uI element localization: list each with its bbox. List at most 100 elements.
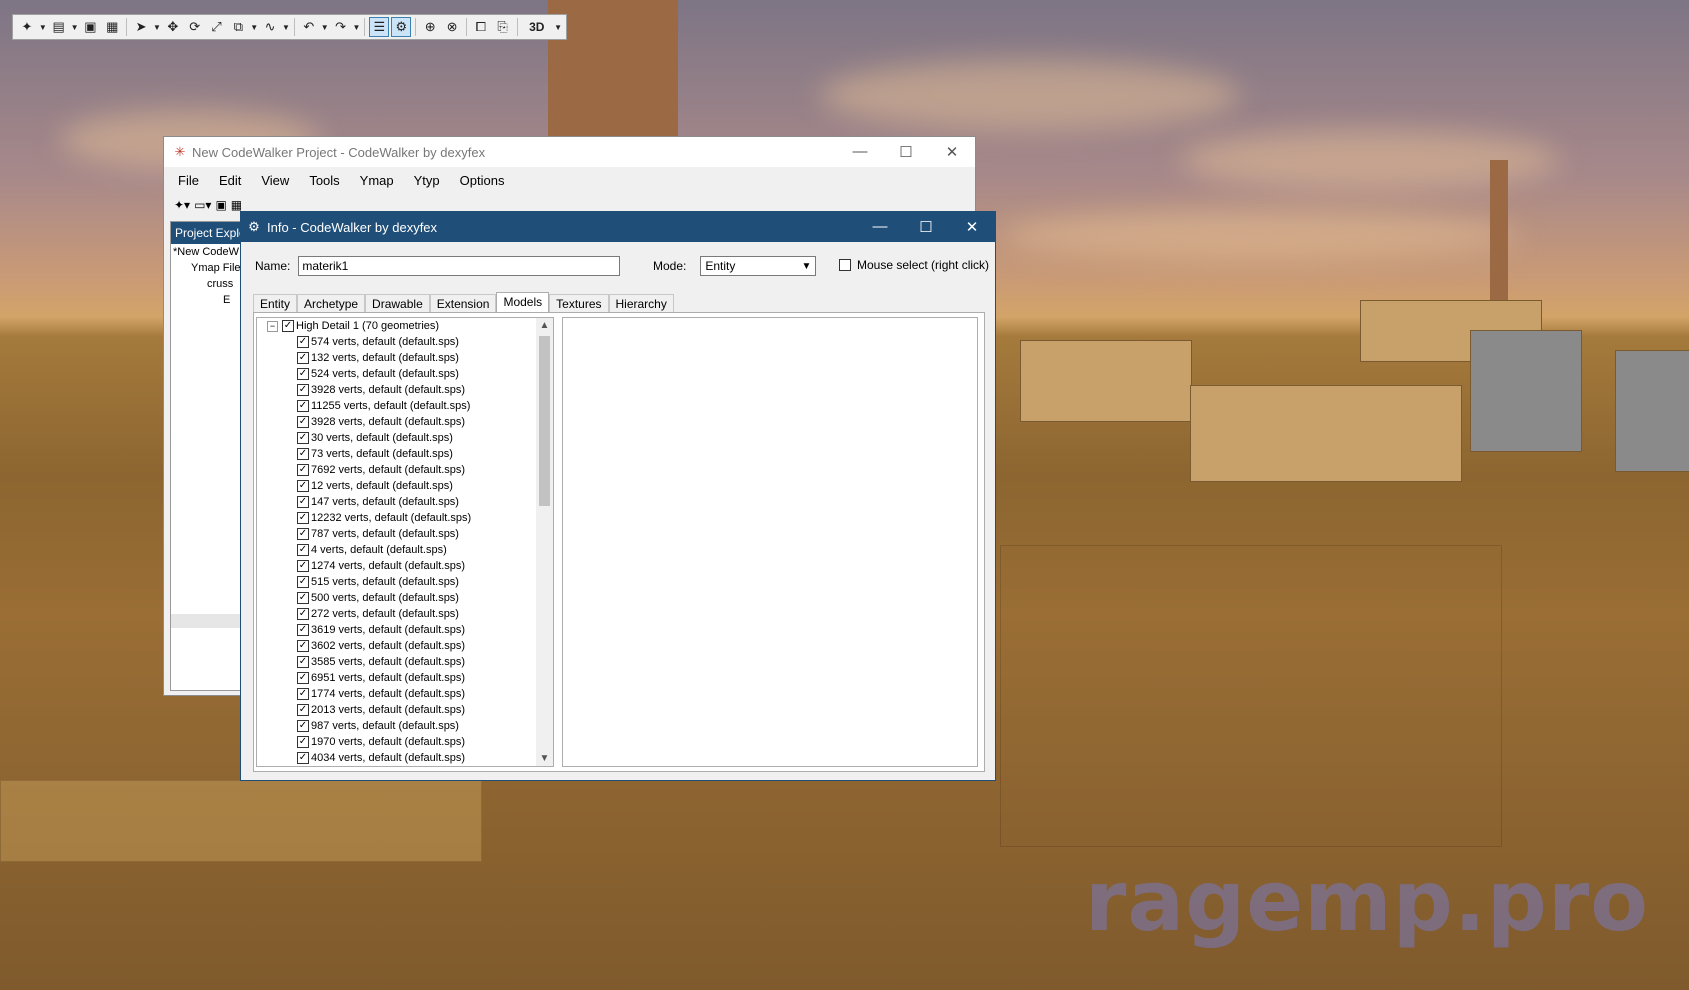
tree-item-geometry[interactable]: ✓ 3619 verts, default (default.sps) xyxy=(257,622,535,638)
delete-entity-icon[interactable]: ⊗ xyxy=(442,17,462,37)
save-all-icon[interactable]: ▦ xyxy=(102,17,122,37)
tree-item-geometry[interactable]: ✓ 272 verts, default (default.sps) xyxy=(257,606,535,622)
name-input[interactable] xyxy=(298,256,621,276)
maximize-icon[interactable]: ☐ xyxy=(883,143,929,161)
chevron-down-icon[interactable]: ▼ xyxy=(321,17,329,37)
tree-item-geometry[interactable]: ✓ 12 verts, default (default.sps) xyxy=(257,478,535,494)
geometry-checkbox[interactable]: ✓ xyxy=(297,736,309,748)
tree-node-high-detail[interactable]: − ✓ High Detail 1 (70 geometries) xyxy=(257,318,535,334)
geometry-checkbox[interactable]: ✓ xyxy=(297,432,309,444)
tree-item-geometry[interactable]: ✓ 12232 verts, default (default.sps) xyxy=(257,510,535,526)
geometry-checkbox[interactable]: ✓ xyxy=(297,368,309,380)
new-icon[interactable]: ✦▾ xyxy=(174,198,190,212)
view-mode-button[interactable]: 3D xyxy=(521,17,552,37)
chevron-down-icon[interactable]: ▼ xyxy=(71,17,79,37)
geometry-checkbox[interactable]: ✓ xyxy=(297,496,309,508)
scroll-down-icon[interactable]: ▼ xyxy=(536,753,553,764)
tree-item-geometry[interactable]: ✓ 4 verts, default (default.sps) xyxy=(257,542,535,558)
scroll-up-icon[interactable]: ▲ xyxy=(536,320,553,331)
menu-tools[interactable]: Tools xyxy=(301,173,351,188)
geometry-checkbox[interactable]: ✓ xyxy=(297,416,309,428)
tree-item-geometry[interactable]: ✓ 1274 verts, default (default.sps) xyxy=(257,558,535,574)
tree-item-geometry[interactable]: ✓ 515 verts, default (default.sps) xyxy=(257,574,535,590)
geometry-checkbox[interactable]: ✓ xyxy=(297,512,309,524)
tab-entity[interactable]: Entity xyxy=(253,294,298,313)
new-icon[interactable]: ✦ xyxy=(17,17,37,37)
tree-scrollbar[interactable]: ▲ ▼ xyxy=(536,318,553,766)
tab-textures[interactable]: Textures xyxy=(549,294,609,313)
tree-item-geometry[interactable]: ✓ 30 verts, default (default.sps) xyxy=(257,430,535,446)
tree-item-geometry[interactable]: ✓ 787 verts, default (default.sps) xyxy=(257,526,535,542)
tree-item-geometry[interactable]: ✓ 147 verts, default (default.sps) xyxy=(257,494,535,510)
maximize-icon[interactable]: ☐ xyxy=(903,218,949,236)
tree-item-geometry[interactable]: ✓ 987 verts, default (default.sps) xyxy=(257,718,535,734)
tree-item-geometry[interactable]: ✓ 3602 verts, default (default.sps) xyxy=(257,638,535,654)
paste-icon[interactable]: ⎘ xyxy=(493,17,513,37)
tree-item-geometry[interactable]: ✓ 3928 verts, default (default.sps) xyxy=(257,414,535,430)
geometry-checkbox[interactable]: ✓ xyxy=(297,448,309,460)
geometry-checkbox[interactable]: ✓ xyxy=(297,608,309,620)
info-title-bar[interactable]: ⚙ Info - CodeWalker by dexyfex — ☐ ✕ xyxy=(241,212,995,242)
menu-edit[interactable]: Edit xyxy=(211,173,253,188)
scale-icon[interactable]: ⤢ xyxy=(207,17,227,37)
project-window-icon[interactable]: ⚙ xyxy=(391,17,412,37)
open-folder-icon[interactable]: ▭▾ xyxy=(194,198,211,212)
chevron-down-icon[interactable]: ▼ xyxy=(282,17,290,37)
copy-icon[interactable]: ⧠ xyxy=(471,17,491,37)
geometry-checkbox[interactable]: ✓ xyxy=(297,720,309,732)
geometry-checkbox[interactable]: ✓ xyxy=(297,672,309,684)
geometry-checkbox[interactable]: ✓ xyxy=(297,752,309,764)
tab-archetype[interactable]: Archetype xyxy=(297,294,366,313)
tab-hierarchy[interactable]: Hierarchy xyxy=(608,294,674,313)
tree-item-geometry[interactable]: ✓ 500 verts, default (default.sps) xyxy=(257,590,535,606)
tree-item-geometry[interactable]: ✓ 524 verts, default (default.sps) xyxy=(257,366,535,382)
tree-item-geometry[interactable]: ✓ 2013 verts, default (default.sps) xyxy=(257,702,535,718)
mode-select[interactable]: Entity ▼ xyxy=(700,256,817,276)
geometry-checkbox[interactable]: ✓ xyxy=(297,544,309,556)
tab-drawable[interactable]: Drawable xyxy=(365,294,430,313)
tree-item-geometry[interactable]: ✓ 3585 verts, default (default.sps) xyxy=(257,654,535,670)
tree-item-geometry[interactable]: ✓ 7692 verts, default (default.sps) xyxy=(257,462,535,478)
menu-view[interactable]: View xyxy=(253,173,301,188)
menu-options[interactable]: Options xyxy=(452,173,517,188)
open-icon[interactable]: ▤ xyxy=(49,17,69,37)
tab-extension[interactable]: Extension xyxy=(429,294,497,313)
save-all-icon[interactable]: ▦ xyxy=(231,198,242,212)
geometry-checkbox[interactable]: ✓ xyxy=(297,704,309,716)
menu-file[interactable]: File xyxy=(170,173,211,188)
tree-item-geometry[interactable]: ✓ 73 verts, default (default.sps) xyxy=(257,446,535,462)
pointer-icon[interactable]: ➤ xyxy=(131,17,151,37)
snap-icon[interactable]: ∿ xyxy=(260,17,280,37)
close-icon[interactable]: ✕ xyxy=(949,218,995,236)
tree-item-geometry[interactable]: ✓ 574 verts, default (default.sps) xyxy=(257,334,535,350)
chevron-down-icon[interactable]: ▼ xyxy=(39,17,47,37)
tree-item-geometry[interactable]: ✓ 3928 verts, default (default.sps) xyxy=(257,382,535,398)
geometry-checkbox[interactable]: ✓ xyxy=(297,656,309,668)
tree-item-geometry[interactable]: ✓ 6951 verts, default (default.sps) xyxy=(257,670,535,686)
geometry-checkbox[interactable]: ✓ xyxy=(297,384,309,396)
chevron-down-icon[interactable]: ▼ xyxy=(153,17,161,37)
move-icon[interactable]: ✥ xyxy=(163,17,183,37)
geometry-checkbox[interactable]: ✓ xyxy=(297,560,309,572)
save-icon[interactable]: ▣ xyxy=(81,17,101,37)
geometry-checkbox[interactable]: ✓ xyxy=(297,528,309,540)
tree-item-geometry[interactable]: ✓ 1774 verts, default (default.sps) xyxy=(257,686,535,702)
geometry-checkbox[interactable]: ✓ xyxy=(297,592,309,604)
chevron-down-icon[interactable]: ▼ xyxy=(554,17,562,37)
chevron-down-icon[interactable]: ▼ xyxy=(352,17,360,37)
menu-ytyp[interactable]: Ytyp xyxy=(406,173,452,188)
rotate-icon[interactable]: ⟳ xyxy=(185,17,205,37)
minimize-icon[interactable]: — xyxy=(857,218,903,236)
geometry-checkbox[interactable]: ✓ xyxy=(297,576,309,588)
geometry-checkbox[interactable]: ✓ xyxy=(297,336,309,348)
geometry-checkbox[interactable]: ✓ xyxy=(297,400,309,412)
add-entity-icon[interactable]: ⊕ xyxy=(420,17,440,37)
tree-item-geometry[interactable]: ✓ 132 verts, default (default.sps) xyxy=(257,350,535,366)
geometry-checkbox[interactable]: ✓ xyxy=(297,464,309,476)
tree-item-geometry[interactable]: ✓ 4034 verts, default (default.sps) xyxy=(257,750,535,766)
scroll-thumb[interactable] xyxy=(539,336,550,506)
collapse-icon[interactable]: − xyxy=(267,320,278,332)
redo-icon[interactable]: ↷ xyxy=(331,17,351,37)
transform-space-icon[interactable]: ⧉ xyxy=(228,17,248,37)
undo-icon[interactable]: ↶ xyxy=(299,17,319,37)
